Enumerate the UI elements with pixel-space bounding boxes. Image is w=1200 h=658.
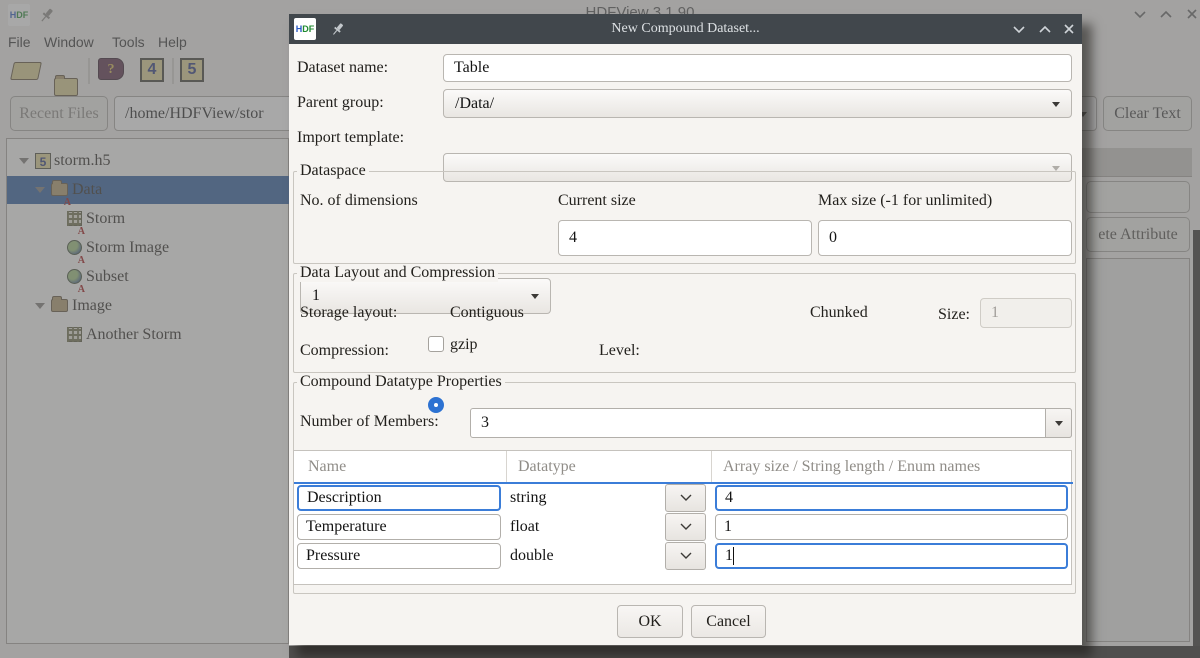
header-name: Name — [308, 458, 347, 475]
current-size-label: Current size — [558, 192, 636, 209]
header-datatype: Datatype — [518, 458, 576, 475]
dataset-name-input[interactable] — [443, 54, 1072, 82]
gzip-label: gzip — [450, 336, 478, 353]
table-row-1-datatype-dropdown[interactable] — [665, 484, 706, 512]
max-size-label: Max size (-1 for unlimited) — [818, 192, 993, 209]
layout-legend: Data Layout and Compression — [297, 264, 499, 282]
dataset-name-label: Dataset name: — [297, 59, 389, 76]
table-row-2-size[interactable] — [715, 514, 1068, 540]
dimensions-label: No. of dimensions — [300, 192, 418, 209]
compound-legend: Compound Datatype Properties — [297, 373, 505, 391]
dialog-title: New Compound Dataset... — [611, 21, 760, 36]
table-row-2-datatype[interactable]: float — [510, 513, 539, 541]
gzip-checkbox[interactable] — [428, 336, 444, 352]
new-compound-dataset-dialog: New Compound Dataset... HDF Dataset name… — [289, 14, 1082, 645]
chunked-label: Chunked — [810, 304, 868, 321]
table-row-3-datatype[interactable]: double — [510, 542, 554, 570]
members-table: Name Datatype Array size / String length… — [293, 450, 1073, 585]
members-label: Number of Members: — [300, 413, 439, 430]
parent-group-combobox[interactable]: /Data/ — [443, 89, 1072, 118]
parent-group-label: Parent group: — [297, 94, 384, 111]
dataspace-legend: Dataspace — [297, 162, 369, 180]
members-value: 3 — [481, 414, 489, 431]
storage-layout-label: Storage layout: — [300, 304, 398, 321]
text-caret — [733, 547, 734, 565]
dialog-maximize-icon[interactable] — [1037, 21, 1053, 37]
table-row-2-datatype-dropdown[interactable] — [665, 513, 706, 541]
members-dropdown-button[interactable] — [1045, 408, 1072, 438]
table-row-1-size[interactable] — [715, 485, 1068, 511]
current-size-input[interactable] — [558, 220, 812, 256]
dropdown-arrow-icon — [1054, 420, 1063, 426]
table-row-3-size-focused[interactable] — [715, 543, 1068, 569]
dialog-minimize-icon[interactable] — [1011, 21, 1027, 37]
chunk-size-input — [980, 298, 1072, 328]
chunk-size-label: Size: — [938, 306, 970, 323]
ok-button[interactable]: OK — [617, 605, 683, 638]
contiguous-label: Contiguous — [450, 304, 524, 321]
table-row-3-datatype-dropdown[interactable] — [665, 542, 706, 570]
level-label: Level: — [599, 342, 640, 359]
dropdown-arrow-icon — [1052, 101, 1060, 107]
table-row-3-name[interactable] — [297, 543, 501, 569]
compression-label: Compression: — [300, 342, 389, 359]
members-combobox[interactable]: 3 — [470, 408, 1072, 438]
dropdown-arrow-icon — [1052, 165, 1060, 171]
table-row-1-name[interactable] — [297, 485, 501, 511]
cancel-button[interactable]: Cancel — [691, 605, 766, 638]
column-divider — [506, 451, 507, 482]
table-row-1-datatype[interactable]: string — [510, 484, 546, 512]
parent-group-value: /Data/ — [455, 95, 495, 112]
dialog-close-icon[interactable] — [1061, 21, 1077, 37]
pin-icon[interactable] — [330, 21, 346, 37]
dialog-titlebar[interactable]: New Compound Dataset... HDF — [289, 14, 1082, 44]
hdf-logo: HDF — [294, 18, 316, 40]
column-divider — [711, 451, 712, 482]
header-array-size: Array size / String length / Enum names — [723, 458, 981, 475]
import-template-label: Import template: — [297, 129, 405, 146]
table-row-2-name[interactable] — [297, 514, 501, 540]
max-size-input[interactable] — [818, 220, 1072, 256]
